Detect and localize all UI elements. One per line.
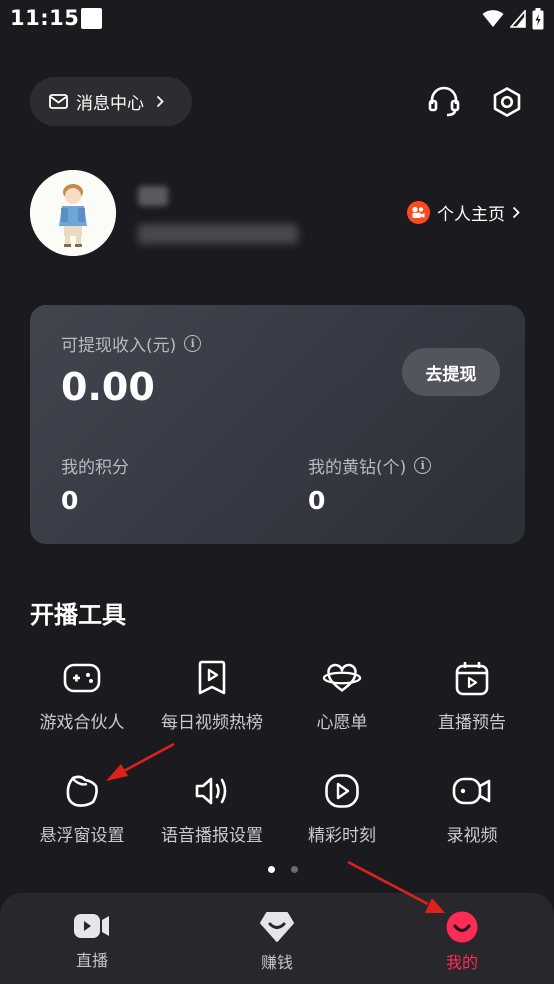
- info-icon[interactable]: i: [184, 335, 202, 352]
- bookmark-play-icon: [192, 658, 232, 698]
- tab-earn-money[interactable]: 赚钱: [217, 911, 337, 973]
- play-circle-icon: [322, 771, 362, 811]
- info-icon[interactable]: i: [414, 457, 432, 474]
- tool-floating-window-settings[interactable]: 悬浮窗设置: [17, 771, 147, 846]
- points-label: 我的积分: [61, 458, 129, 478]
- customer-service-button[interactable]: [424, 82, 464, 122]
- tool-record-video[interactable]: 录视频: [407, 771, 537, 846]
- tab-mine[interactable]: 我的: [402, 911, 522, 973]
- status-time: 11:15: [10, 6, 80, 30]
- broadcast-tools-title: 开播工具: [30, 601, 126, 629]
- earnings-card: 可提现收入(元) i 0.00 去提现 我的积分 0 我的黄钻(个) i 0: [30, 305, 525, 544]
- gear-icon: [493, 87, 521, 117]
- page-dot-active: [268, 866, 275, 873]
- bottom-tab-bar: 直播 赚钱 我的: [0, 893, 554, 984]
- camera-record-icon: [452, 771, 492, 811]
- page-dot: [291, 866, 298, 873]
- smile-face-icon: [446, 911, 478, 943]
- video-camera-icon: [74, 914, 109, 938]
- personal-homepage-link[interactable]: 个人主页: [407, 200, 520, 225]
- notification-icon: [81, 8, 102, 29]
- tool-game-partner[interactable]: 游戏合伙人: [17, 658, 147, 733]
- speaker-icon: [192, 771, 232, 811]
- chevron-right-icon: [512, 206, 520, 219]
- avatar[interactable]: [30, 170, 116, 256]
- mail-icon: [49, 94, 68, 109]
- chevron-right-icon: [156, 95, 164, 108]
- withdrawable-income-value: 0.00: [61, 365, 155, 409]
- calendar-play-icon: [452, 658, 492, 698]
- tool-daily-video-chart[interactable]: 每日视频热榜: [147, 658, 277, 733]
- battery-icon: [532, 8, 544, 30]
- settings-button[interactable]: [487, 82, 527, 122]
- headset-icon: [428, 86, 460, 117]
- withdrawable-income-label: 可提现收入(元) i: [61, 331, 202, 356]
- points-value: 0: [61, 486, 79, 515]
- tool-voice-broadcast-settings[interactable]: 语音播报设置: [147, 771, 277, 846]
- tab-live[interactable]: 直播: [32, 911, 152, 971]
- wifi-icon: [482, 10, 504, 27]
- message-center-label: 消息中心: [76, 94, 144, 114]
- page-indicator: [268, 866, 298, 873]
- floating-window-icon: [62, 771, 102, 811]
- yellow-diamond-value: 0: [308, 486, 326, 515]
- kuaishou-logo-icon: [407, 201, 430, 224]
- tool-live-preview[interactable]: 直播预告: [407, 658, 537, 733]
- withdraw-button[interactable]: 去提现: [402, 348, 500, 396]
- tool-wishlist[interactable]: 心愿单: [277, 658, 407, 733]
- status-bar: 11:15: [0, 0, 554, 40]
- money-gem-icon: [260, 912, 294, 942]
- yellow-diamond-label: 我的黄钻(个) i: [308, 453, 432, 478]
- signal-icon: [510, 10, 526, 28]
- personal-homepage-label: 个人主页: [437, 205, 505, 225]
- avatar-illustration: [30, 170, 116, 256]
- gamepad-icon: [62, 658, 102, 698]
- tool-highlight-moments[interactable]: 精彩时刻: [277, 771, 407, 846]
- heart-planet-icon: [322, 658, 362, 698]
- status-icons: [482, 8, 544, 30]
- user-name-blurred: [138, 186, 168, 206]
- message-center-button[interactable]: 消息中心: [30, 77, 192, 126]
- user-id-blurred: [138, 224, 298, 244]
